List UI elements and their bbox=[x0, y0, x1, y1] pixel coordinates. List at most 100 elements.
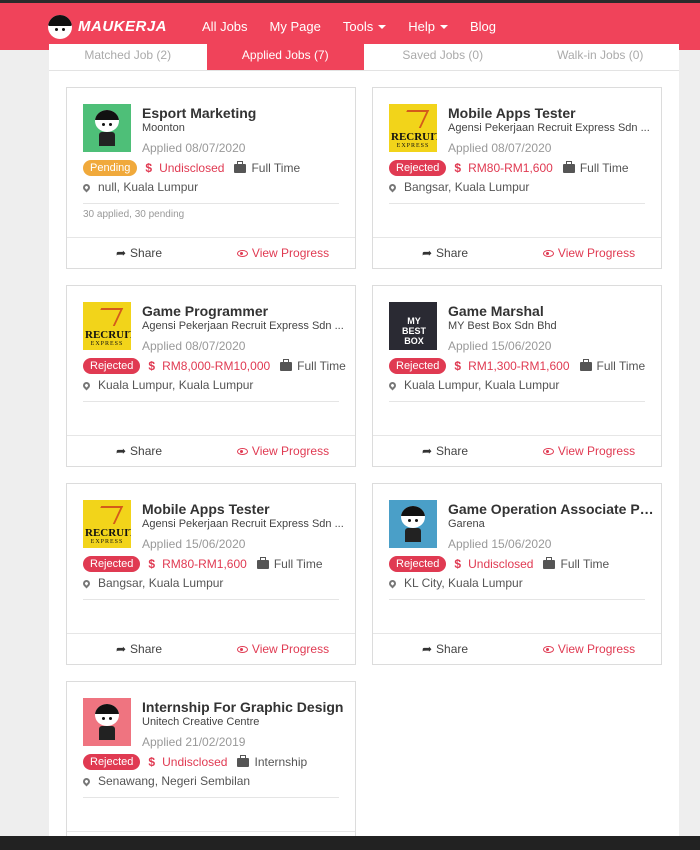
share-button[interactable]: ➦Share bbox=[373, 642, 517, 656]
salary-value: Undisclosed bbox=[159, 161, 225, 175]
location-value: Senawang, Negeri Sembilan bbox=[98, 774, 251, 788]
job-card-body: Esport Marketing Moonton Applied 08/07/202… bbox=[67, 88, 355, 237]
job-location: Kuala Lumpur, Kuala Lumpur bbox=[81, 378, 254, 392]
company-name[interactable]: Garena bbox=[448, 518, 655, 530]
nav-blog[interactable]: Blog bbox=[470, 19, 496, 34]
job-card-body: MY BEST BOX Game Marshal MY Best Box Sdn B… bbox=[373, 286, 661, 435]
job-card[interactable]: RECRUIT EXPRESS Mobile Apps Tester Agensi P… bbox=[372, 87, 662, 269]
job-tabs: Matched Job (2) Applied Jobs (7) Saved J… bbox=[49, 44, 679, 71]
runner-icon bbox=[92, 506, 124, 524]
map-marker-icon bbox=[81, 578, 92, 588]
divider bbox=[389, 203, 645, 204]
company-name[interactable]: Moonton bbox=[142, 122, 349, 134]
job-card[interactable]: Esport Marketing Moonton Applied 08/07/202… bbox=[66, 87, 356, 269]
dollar-icon: $ bbox=[148, 557, 156, 571]
job-card-footer: ➦Share View Progress bbox=[373, 435, 661, 466]
share-label: Share bbox=[130, 444, 163, 458]
job-title[interactable]: Mobile Apps Tester bbox=[448, 105, 655, 121]
salary-value: RM80-RM1,600 bbox=[162, 557, 247, 571]
location-value: Kuala Lumpur, Kuala Lumpur bbox=[404, 378, 560, 392]
logo-word: RECRUIT bbox=[391, 131, 437, 143]
share-button[interactable]: ➦Share bbox=[67, 642, 211, 656]
dollar-icon: $ bbox=[145, 161, 153, 175]
job-card[interactable]: RECRUIT EXPRESS Mobile Apps Tester Agensi P… bbox=[66, 483, 356, 665]
logo-word: MY BEST BOX bbox=[401, 316, 426, 346]
salary-value: Undisclosed bbox=[162, 755, 228, 769]
nav-label: Tools bbox=[342, 19, 374, 34]
job-location: Bangsar, Kuala Lumpur bbox=[81, 576, 224, 590]
view-progress-button[interactable]: View Progress bbox=[211, 642, 355, 656]
salary: $ RM80-RM1,600 bbox=[148, 557, 246, 571]
nav-label: My Page bbox=[269, 19, 321, 34]
view-progress-button[interactable]: View Progress bbox=[517, 642, 661, 656]
map-marker-icon bbox=[81, 182, 92, 192]
briefcase-icon bbox=[256, 556, 269, 569]
job-type-value: Full Time bbox=[596, 359, 646, 373]
job-title[interactable]: Internship For Graphic Design bbox=[142, 699, 349, 715]
job-title[interactable]: Game Marshal bbox=[448, 303, 655, 319]
job-title[interactable]: Game Programmer bbox=[142, 303, 349, 319]
tab-applied-jobs[interactable]: Applied Jobs (7) bbox=[206, 44, 364, 70]
navbar: MAUKERJA All Jobs My Page Tools Help Blo… bbox=[0, 3, 700, 50]
briefcase-icon bbox=[562, 160, 575, 173]
company-name[interactable]: MY Best Box Sdn Bhd bbox=[448, 320, 655, 332]
map-marker-icon bbox=[387, 578, 398, 588]
applied-date: Applied 21/02/2019 bbox=[142, 735, 246, 749]
view-progress-button[interactable]: View Progress bbox=[211, 444, 355, 458]
job-type: Full Time bbox=[543, 556, 609, 571]
job-card[interactable]: RECRUIT EXPRESS Game Programmer Agensi Peke… bbox=[66, 285, 356, 467]
job-card-body: RECRUIT EXPRESS Mobile Apps Tester Agensi P… bbox=[67, 484, 355, 633]
nav-all-jobs[interactable]: All Jobs bbox=[202, 19, 248, 34]
share-button[interactable]: ➦Share bbox=[373, 444, 517, 458]
job-card[interactable]: Game Operation Associate Pro... Garena App… bbox=[372, 483, 662, 665]
share-button[interactable]: ➦Share bbox=[67, 246, 211, 260]
job-type: Full Time bbox=[562, 160, 629, 175]
company-name[interactable]: Agensi Pekerjaan Recruit Express Sdn ... bbox=[142, 518, 349, 530]
job-meta: Rejected $ RM1,300-RM1,600 Full Time bbox=[389, 358, 645, 374]
company-logo bbox=[83, 698, 131, 746]
company-logo bbox=[389, 500, 437, 548]
logo-word: RECRUIT bbox=[85, 329, 131, 341]
share-label: Share bbox=[130, 246, 163, 260]
job-type-value: Full Time bbox=[251, 161, 301, 175]
nav-my-page[interactable]: My Page bbox=[270, 19, 321, 34]
view-progress-button[interactable]: View Progress bbox=[517, 444, 661, 458]
brand-logo[interactable]: MAUKERJA bbox=[48, 14, 167, 39]
share-icon: ➦ bbox=[115, 642, 127, 656]
job-type: Full Time bbox=[280, 358, 346, 373]
view-progress-button[interactable]: View Progress bbox=[517, 246, 661, 260]
share-button[interactable]: ➦Share bbox=[67, 444, 211, 458]
job-card[interactable]: Internship For Graphic Design Unitech Cre… bbox=[66, 681, 356, 850]
company-name[interactable]: Unitech Creative Centre bbox=[142, 716, 349, 728]
company-name[interactable]: Agensi Pekerjaan Recruit Express Sdn ... bbox=[142, 320, 349, 332]
job-title[interactable]: Esport Marketing bbox=[142, 105, 349, 121]
briefcase-icon bbox=[543, 556, 556, 569]
job-card-footer: ➦Share View Progress bbox=[373, 237, 661, 268]
location-value: Kuala Lumpur, Kuala Lumpur bbox=[98, 378, 254, 392]
nav-help[interactable]: Help bbox=[408, 19, 448, 34]
job-title[interactable]: Mobile Apps Tester bbox=[142, 501, 349, 517]
briefcase-icon bbox=[237, 754, 250, 767]
company-logo bbox=[83, 104, 131, 152]
nav-label: Help bbox=[408, 19, 435, 34]
share-label: Share bbox=[436, 642, 469, 656]
job-meta: Rejected $ RM80-RM1,600 Full Time bbox=[83, 556, 323, 572]
location-value: Bangsar, Kuala Lumpur bbox=[98, 576, 224, 590]
divider bbox=[83, 797, 339, 798]
tab-walk-in-jobs[interactable]: Walk-in Jobs (0) bbox=[522, 44, 680, 70]
job-card[interactable]: MY BEST BOX Game Marshal MY Best Box Sdn B… bbox=[372, 285, 662, 467]
view-progress-button[interactable]: View Progress bbox=[211, 246, 355, 260]
applied-date: Applied 15/06/2020 bbox=[142, 537, 246, 551]
tab-saved-jobs[interactable]: Saved Jobs (0) bbox=[364, 44, 522, 70]
salary: $ RM80-RM1,600 bbox=[454, 161, 552, 175]
logo-subword: EXPRESS bbox=[90, 539, 124, 545]
job-type: Full Time bbox=[256, 556, 323, 571]
nav-tools[interactable]: Tools bbox=[342, 19, 387, 34]
company-name[interactable]: Agensi Pekerjaan Recruit Express Sdn ... bbox=[448, 122, 655, 134]
job-card-body: Internship For Graphic Design Unitech Cre… bbox=[67, 682, 355, 831]
mascot-body bbox=[405, 528, 421, 542]
job-title[interactable]: Game Operation Associate Pro... bbox=[448, 501, 655, 517]
view-progress-label: View Progress bbox=[557, 246, 636, 260]
share-button[interactable]: ➦Share bbox=[373, 246, 517, 260]
tab-matched-job[interactable]: Matched Job (2) bbox=[49, 44, 207, 70]
